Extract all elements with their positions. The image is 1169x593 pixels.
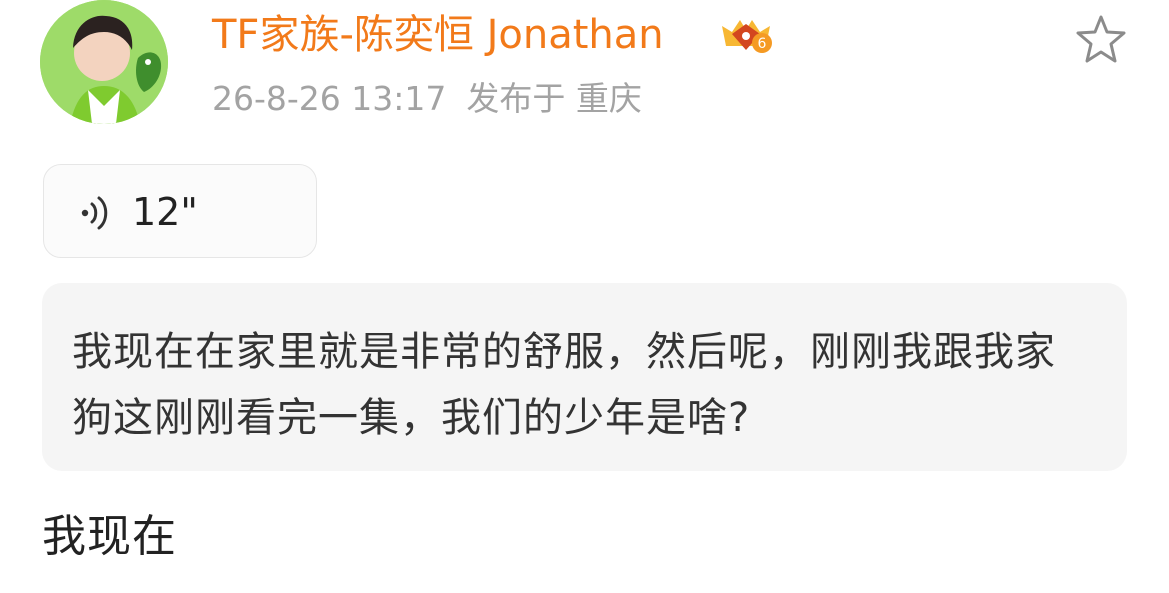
sound-wave-icon: [81, 196, 108, 230]
voice-transcript: 我现在在家里就是非常的舒服，然后呢，刚刚我跟我家狗这刚刚看完一集，我们的少年是啥…: [42, 283, 1127, 471]
voice-message-button[interactable]: 12": [43, 164, 317, 258]
star-outline-icon: [1076, 15, 1126, 63]
author-name[interactable]: TF家族-陈奕恒 Jonathan: [212, 10, 664, 60]
author-avatar[interactable]: [40, 0, 168, 124]
avatar-image: [40, 0, 168, 124]
post-body-text: 我现在: [42, 511, 177, 562]
transcript-text: 我现在在家里就是非常的舒服，然后呢，刚刚我跟我家狗这刚刚看完一集，我们的少年是啥…: [72, 329, 1056, 441]
voice-duration: 12": [132, 190, 198, 234]
favorite-button[interactable]: [1073, 14, 1129, 66]
post-meta: 26-8-26 13:17 发布于 重庆: [212, 76, 642, 122]
post-time: 26-8-26 13:17: [212, 79, 447, 118]
post-location: 发布于 重庆: [466, 79, 642, 118]
vip-crown-icon[interactable]: 6: [716, 12, 776, 56]
vip-level: 6: [758, 36, 767, 52]
